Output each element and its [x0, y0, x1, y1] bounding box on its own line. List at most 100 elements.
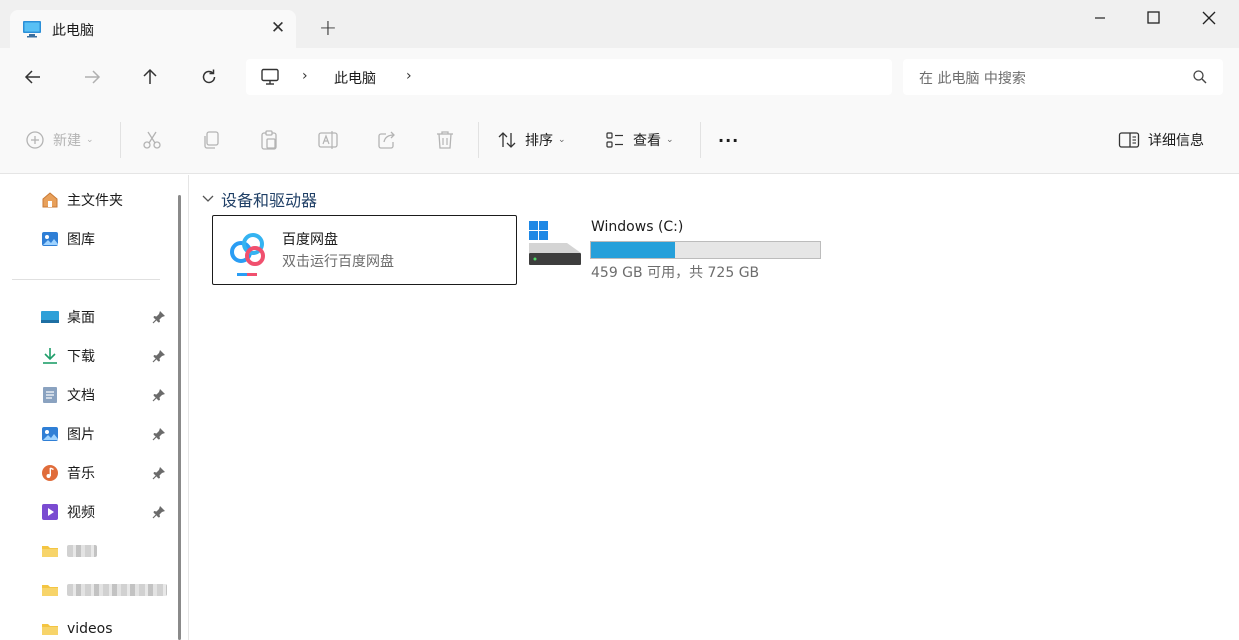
- documents-icon: [40, 385, 60, 405]
- rename-button[interactable]: [317, 128, 339, 152]
- sort-arrows-icon: [498, 132, 516, 148]
- drive-c-tile[interactable]: Windows (C:) 459 GB 可用，共 725 GB: [527, 215, 827, 285]
- folder-icon: [40, 580, 60, 600]
- breadcrumb-this-pc[interactable]: 此电脑: [334, 68, 376, 88]
- sidebar-item-label: 桌面: [67, 310, 95, 326]
- toolbar-divider: [700, 122, 701, 158]
- search-placeholder: 在 此电脑 中搜索: [919, 71, 1026, 87]
- drive-usage-bar: [590, 241, 821, 259]
- arrow-up-icon: [143, 68, 157, 84]
- drive-free-space: 459 GB 可用，共 725 GB: [591, 265, 760, 281]
- address-row: › 此电脑 › 在 此电脑 中搜索: [0, 48, 1239, 106]
- home-icon: [40, 190, 60, 210]
- rename-icon: [318, 131, 338, 149]
- sidebar-item-music[interactable]: 音乐: [40, 460, 175, 486]
- sidebar-item-gallery[interactable]: 图库: [40, 226, 175, 252]
- scissors-icon: [143, 131, 161, 149]
- search-input[interactable]: 在 此电脑 中搜索: [903, 59, 1223, 95]
- new-tab-button[interactable]: +: [316, 18, 340, 42]
- videos-icon: [40, 502, 60, 522]
- up-button[interactable]: [136, 63, 164, 91]
- sidebar-item-label: 下载: [67, 349, 95, 365]
- toolbar-divider: [478, 122, 479, 158]
- pin-icon[interactable]: [152, 427, 166, 441]
- sidebar-item-videos[interactable]: 视频: [40, 499, 175, 525]
- sidebar-item-desktop[interactable]: 桌面: [40, 304, 175, 330]
- pin-icon[interactable]: [152, 349, 166, 363]
- content-pane: 设备和驱动器 百度网盘 双击运行百度网盘 Windows (C:) 459 GB…: [189, 175, 1239, 640]
- sidebar-divider: [12, 279, 160, 280]
- pin-icon[interactable]: [152, 310, 166, 324]
- new-button[interactable]: 新建 ⌄: [25, 128, 94, 152]
- clipboard-icon: [261, 130, 277, 150]
- arrow-left-icon: [24, 70, 40, 84]
- search-icon: [1192, 69, 1208, 85]
- back-button[interactable]: [19, 63, 47, 91]
- baidu-netdisk-name: 百度网盘: [282, 232, 338, 248]
- close-window-button[interactable]: [1186, 4, 1232, 32]
- breadcrumb-separator[interactable]: ›: [406, 68, 412, 84]
- more-options-button[interactable]: ···: [718, 128, 739, 152]
- sidebar-item-downloads[interactable]: 下载: [40, 343, 175, 369]
- title-bar: 此电脑 ✕ +: [0, 0, 1239, 48]
- sidebar-item-videos-folder[interactable]: videos: [40, 616, 175, 640]
- details-pane-icon: [1118, 132, 1140, 148]
- chevron-down-icon: [202, 195, 214, 202]
- sidebar-scrollbar[interactable]: [178, 195, 181, 640]
- refresh-icon: [202, 69, 216, 84]
- toolbar-divider: [120, 122, 121, 158]
- breadcrumb-separator[interactable]: ›: [302, 68, 308, 84]
- sidebar-item-home[interactable]: 主文件夹: [40, 187, 175, 213]
- view-button[interactable]: 查看 ⌄: [605, 128, 674, 152]
- minimize-button[interactable]: [1077, 4, 1123, 32]
- paste-button[interactable]: [258, 128, 280, 152]
- tab-title: 此电脑: [52, 23, 94, 39]
- share-button[interactable]: [376, 128, 398, 152]
- new-label: 新建: [53, 133, 81, 149]
- sidebar-item-folder-blurred[interactable]: [40, 577, 175, 603]
- download-icon: [40, 346, 60, 366]
- redacted-label: [67, 545, 97, 557]
- copy-button[interactable]: [200, 128, 222, 152]
- gallery-icon: [40, 229, 60, 249]
- monitor-icon: [260, 68, 280, 86]
- sidebar-item-folder-blurred[interactable]: [40, 538, 175, 564]
- arrow-right-icon: [85, 70, 101, 84]
- sidebar-item-pictures[interactable]: 图片: [40, 421, 175, 447]
- trash-icon: [437, 131, 453, 149]
- folder-icon: [40, 541, 60, 561]
- chevron-down-icon: ⌄: [666, 135, 674, 145]
- pin-icon[interactable]: [152, 388, 166, 402]
- tab-close-icon[interactable]: ✕: [268, 18, 288, 38]
- tab-this-pc[interactable]: 此电脑 ✕: [10, 10, 296, 48]
- navigation-pane: 主文件夹 图库 桌面 下载 文档 图片 音乐 视频 videos: [0, 175, 188, 640]
- delete-button[interactable]: [434, 128, 456, 152]
- drive-name: Windows (C:): [591, 219, 684, 235]
- sidebar-item-label: videos: [67, 621, 113, 637]
- folder-icon: [40, 619, 60, 639]
- windows-drive-icon: [527, 219, 583, 267]
- sidebar-item-label: 图片: [67, 427, 95, 443]
- chevron-down-icon: ⌄: [86, 135, 94, 145]
- sidebar-item-documents[interactable]: 文档: [40, 382, 175, 408]
- share-icon: [378, 131, 395, 149]
- baidu-netdisk-tile[interactable]: 百度网盘 双击运行百度网盘: [212, 215, 517, 285]
- group-header-devices[interactable]: 设备和驱动器: [201, 187, 317, 211]
- sort-button[interactable]: 排序 ⌄: [497, 128, 566, 152]
- group-title: 设备和驱动器: [221, 191, 318, 210]
- refresh-button[interactable]: [195, 63, 223, 91]
- sidebar-item-label: 文档: [67, 388, 95, 404]
- address-bar[interactable]: › 此电脑 ›: [246, 59, 892, 95]
- command-bar: 新建 ⌄ 排序 ⌄ 查看 ⌄ ··· 详细信息: [0, 106, 1239, 174]
- baidu-netdisk-description: 双击运行百度网盘: [282, 254, 394, 270]
- details-pane-button[interactable]: 详细信息: [1118, 128, 1204, 152]
- sidebar-item-label: 图库: [67, 232, 95, 248]
- redacted-label: [67, 584, 167, 596]
- maximize-button[interactable]: [1131, 4, 1177, 32]
- details-label: 详细信息: [1148, 133, 1204, 149]
- forward-button[interactable]: [78, 63, 106, 91]
- cut-button[interactable]: [141, 128, 163, 152]
- pin-icon[interactable]: [152, 466, 166, 480]
- sidebar-item-label: 主文件夹: [67, 193, 123, 209]
- pin-icon[interactable]: [152, 505, 166, 519]
